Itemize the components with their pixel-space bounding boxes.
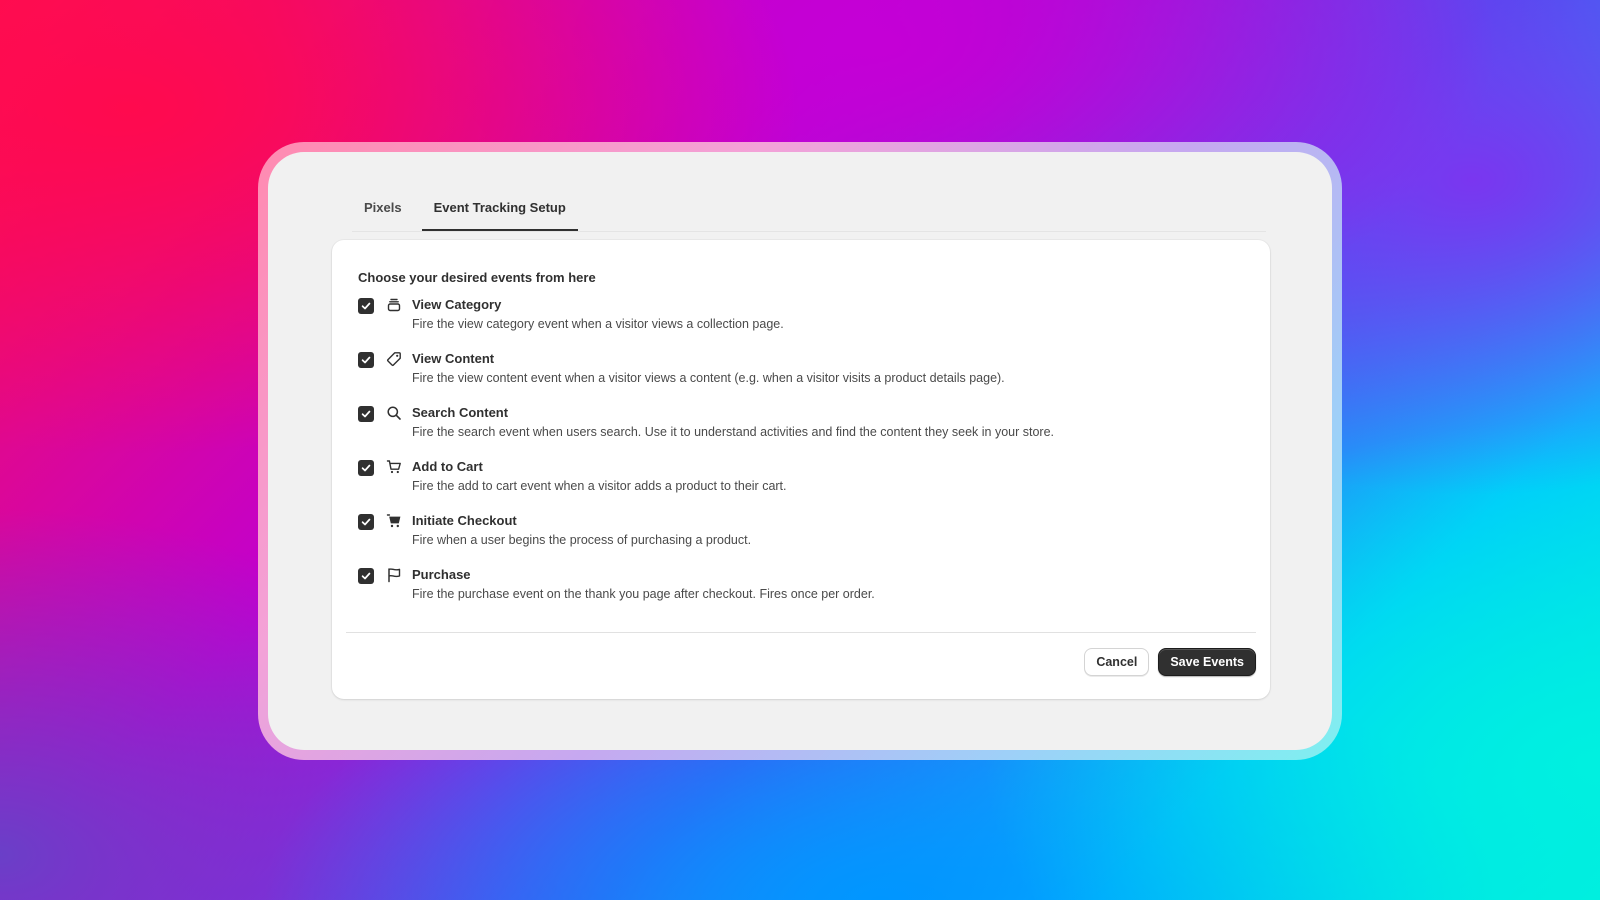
checkmark-icon bbox=[361, 464, 371, 472]
flag-icon bbox=[388, 568, 401, 583]
event-description: Fire the view content event when a visit… bbox=[412, 371, 1005, 385]
tag-icon bbox=[387, 352, 401, 366]
checkmark-icon bbox=[361, 356, 371, 364]
event-item-view-content: View Content Fire the view content event… bbox=[358, 348, 1238, 402]
checkmark-icon bbox=[361, 302, 371, 310]
purchase-checkbox[interactable] bbox=[358, 568, 374, 584]
window-frame: Pixels Event Tracking Setup Choose your … bbox=[258, 142, 1342, 760]
card-actions: Cancel Save Events bbox=[1084, 648, 1256, 676]
app-window: Pixels Event Tracking Setup Choose your … bbox=[268, 152, 1332, 750]
event-title: View Category bbox=[412, 297, 502, 312]
search-content-checkbox[interactable] bbox=[358, 406, 374, 422]
card-footer-divider bbox=[346, 632, 1256, 633]
event-title: Add to Cart bbox=[412, 459, 483, 474]
view-content-checkbox[interactable] bbox=[358, 352, 374, 368]
event-item-initiate-checkout: Initiate Checkout Fire when a user begin… bbox=[358, 510, 1238, 564]
tab-bar-divider bbox=[352, 231, 1266, 232]
event-description: Fire when a user begins the process of p… bbox=[412, 533, 752, 547]
checkmark-icon bbox=[361, 518, 371, 526]
tab-pixels[interactable]: Pixels bbox=[352, 200, 414, 231]
event-title: View Content bbox=[412, 351, 495, 366]
cart-filled-icon bbox=[386, 514, 401, 528]
event-item-purchase: Purchase Fire the purchase event on the … bbox=[358, 564, 1238, 618]
card-heading: Choose your desired events from here bbox=[358, 270, 596, 285]
view-category-checkbox[interactable] bbox=[358, 298, 374, 314]
cancel-button[interactable]: Cancel bbox=[1084, 648, 1150, 676]
tab-event-tracking-setup[interactable]: Event Tracking Setup bbox=[421, 200, 578, 231]
event-description: Fire the purchase event on the thank you… bbox=[412, 587, 875, 601]
event-item-search-content: Search Content Fire the search event whe… bbox=[358, 402, 1238, 456]
event-settings-card: Choose your desired events from here Vie… bbox=[332, 240, 1270, 699]
tab-bar: Pixels Event Tracking Setup bbox=[352, 200, 578, 231]
event-description: Fire the view category event when a visi… bbox=[412, 317, 784, 331]
event-item-view-category: View Category Fire the view category eve… bbox=[358, 294, 1238, 348]
add-to-cart-checkbox[interactable] bbox=[358, 460, 374, 476]
event-item-add-to-cart: Add to Cart Fire the add to cart event w… bbox=[358, 456, 1238, 510]
event-list: View Category Fire the view category eve… bbox=[358, 294, 1238, 618]
search-icon bbox=[387, 406, 401, 420]
initiate-checkout-checkbox[interactable] bbox=[358, 514, 374, 530]
event-title: Search Content bbox=[412, 405, 509, 420]
save-events-button[interactable]: Save Events bbox=[1158, 648, 1256, 676]
event-title: Purchase bbox=[412, 567, 471, 582]
event-description: Fire the add to cart event when a visito… bbox=[412, 479, 787, 493]
cart-outline-icon bbox=[386, 460, 401, 474]
checkmark-icon bbox=[361, 410, 371, 418]
checkmark-icon bbox=[361, 572, 371, 580]
collection-stack-icon bbox=[387, 298, 401, 312]
event-description: Fire the search event when users search.… bbox=[412, 425, 1055, 439]
event-title: Initiate Checkout bbox=[412, 513, 517, 528]
